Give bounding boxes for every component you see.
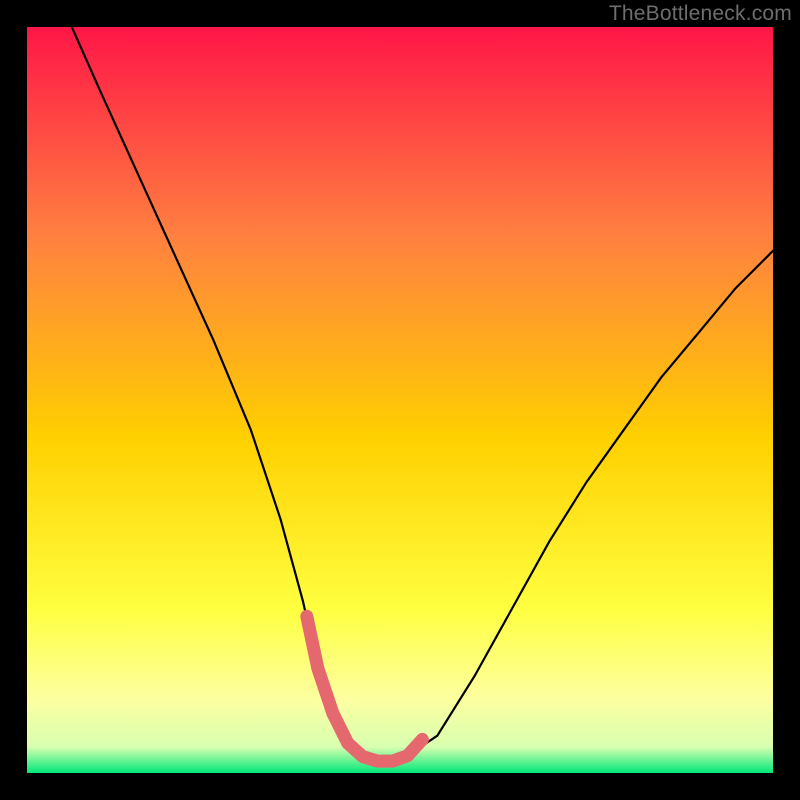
gradient-background [27,27,773,773]
watermark-text: TheBottleneck.com [609,2,792,26]
chart-frame [27,27,773,773]
bottleneck-chart [27,27,773,773]
